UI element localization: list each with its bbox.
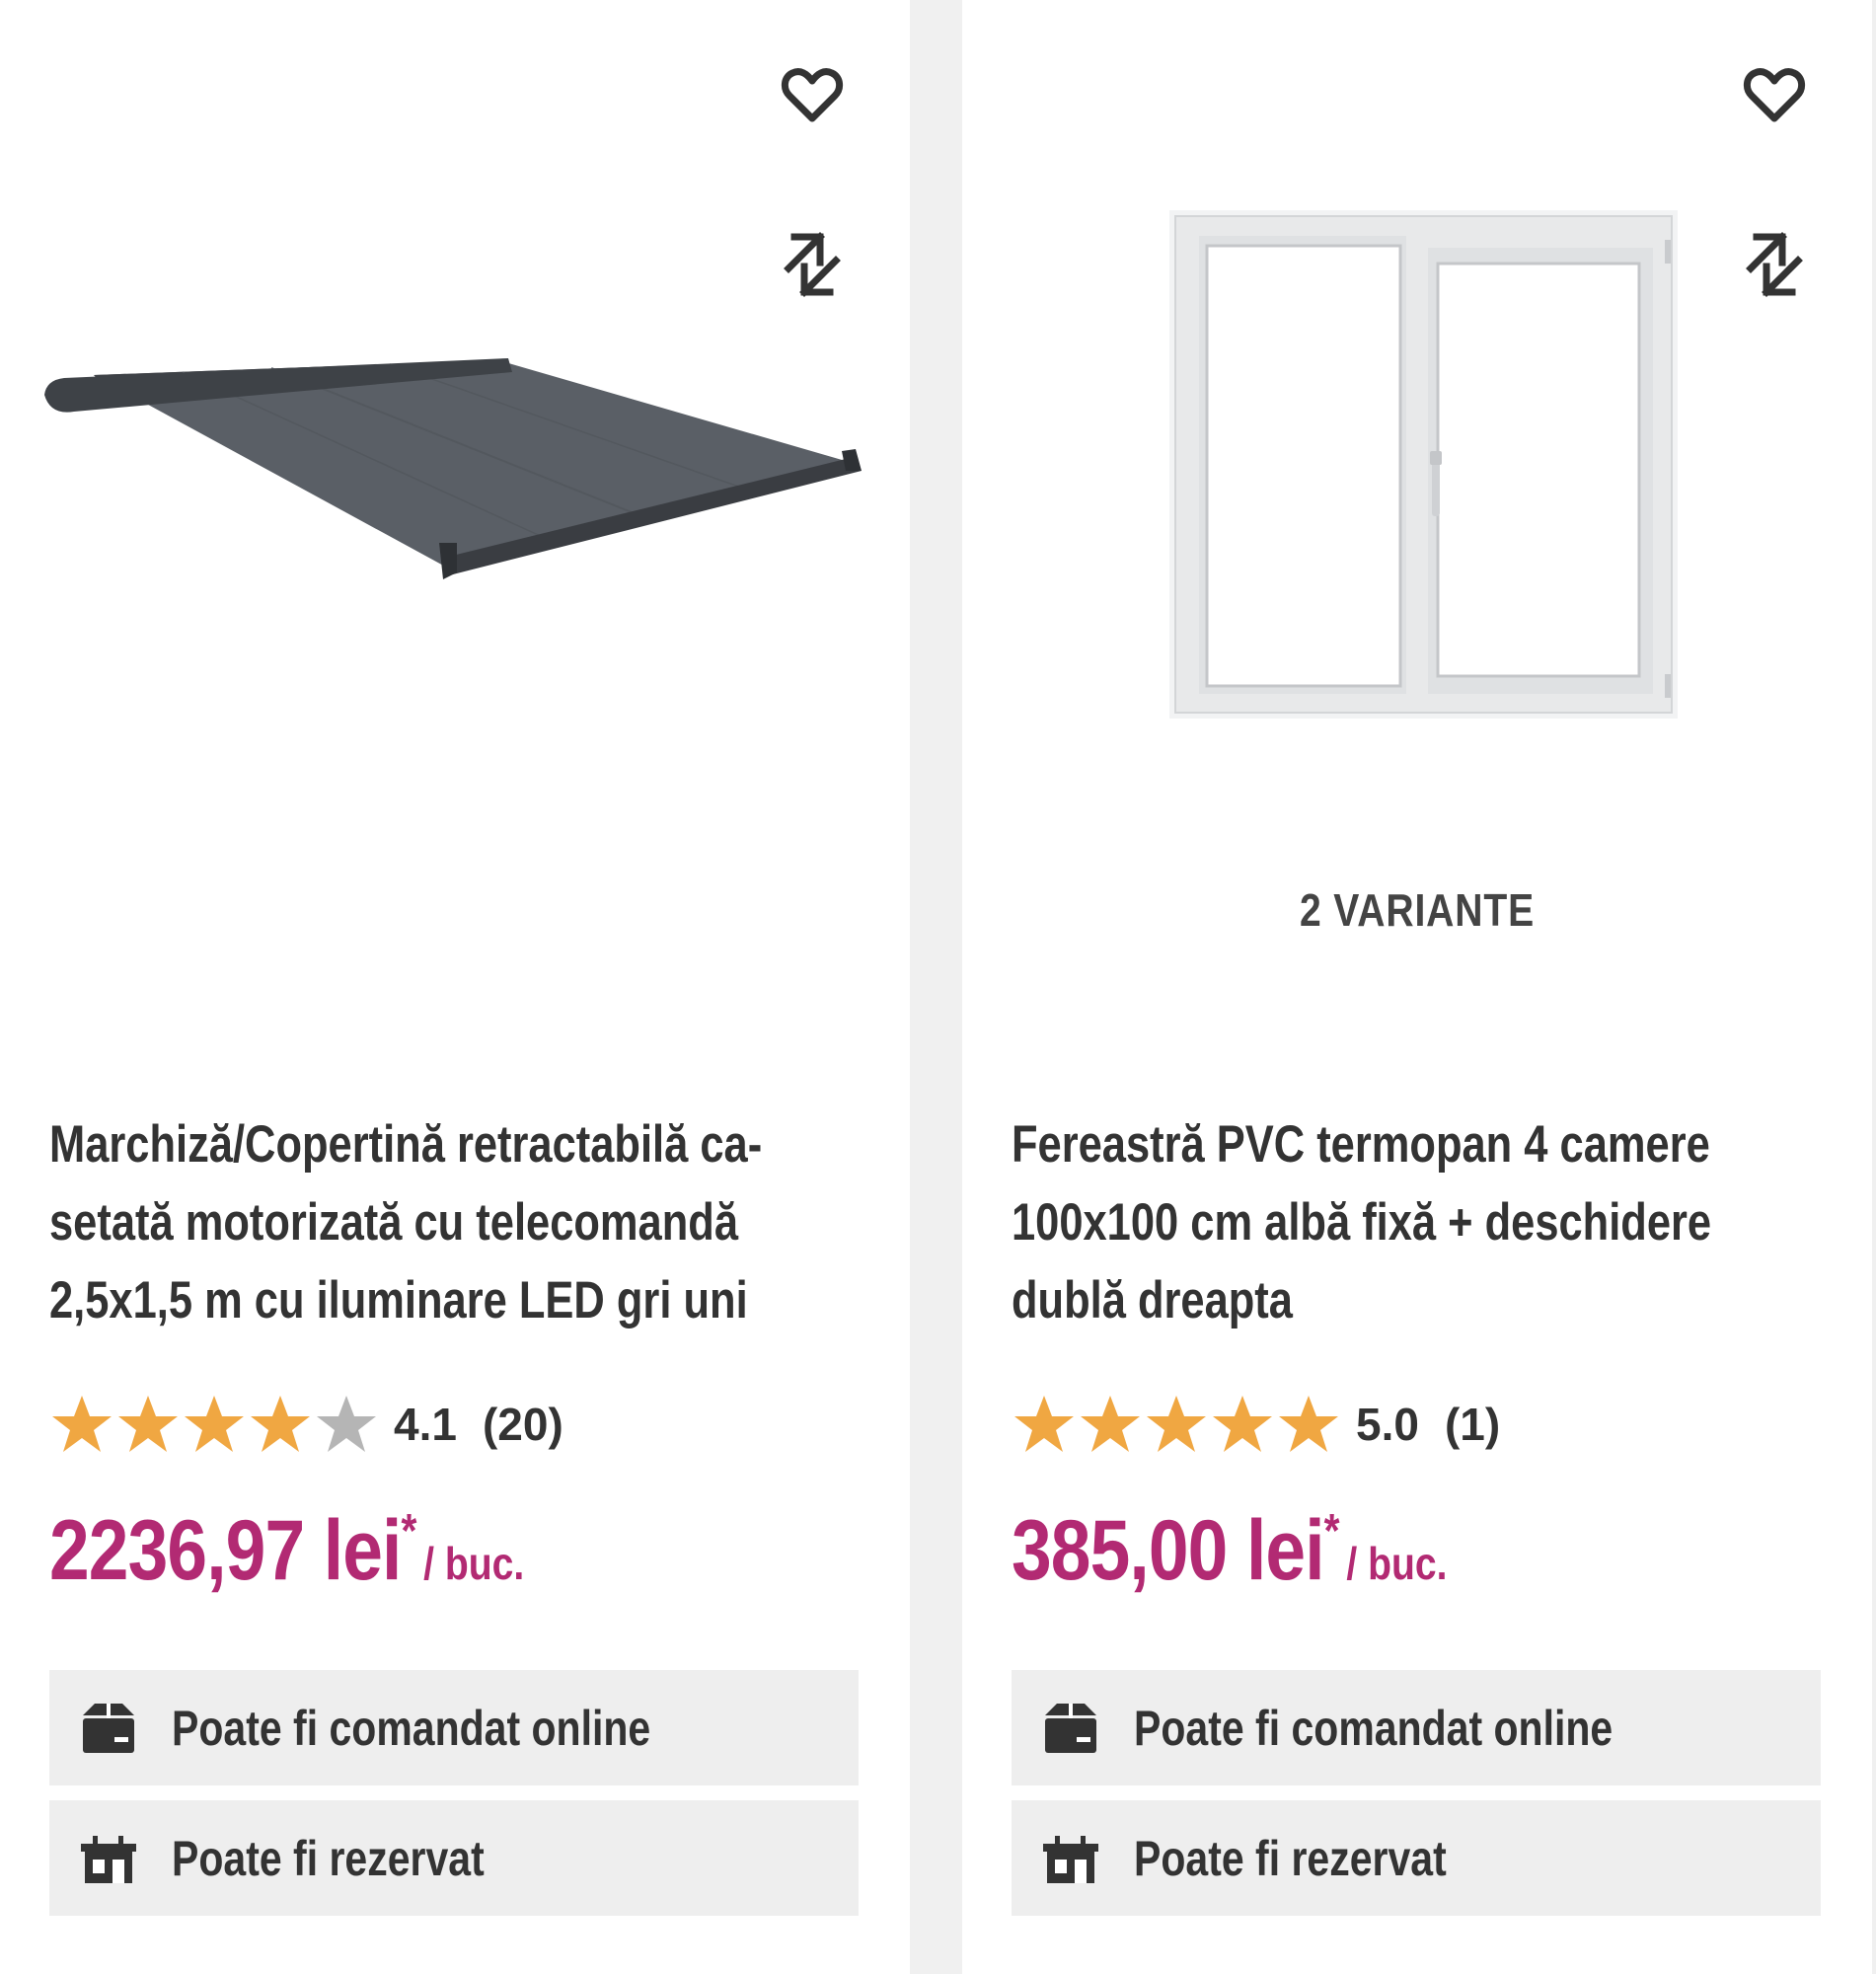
star-icon xyxy=(1081,1396,1140,1452)
product-title[interactable]: Fereastră PVC termopan 4 camere 100x100 … xyxy=(1012,1105,1845,1339)
price-asterisk: * xyxy=(401,1505,417,1557)
package-icon xyxy=(1045,1703,1096,1753)
title-line: Fereastră PVC termopan 4 camere xyxy=(1012,1115,1710,1174)
title-line: dublă dreapta xyxy=(1012,1271,1293,1329)
price-unit: / buc. xyxy=(1346,1538,1448,1589)
product-card-awning[interactable]: Marchiză/Copertină retractabilă ca- seta… xyxy=(0,0,910,1974)
title-line: setată motorizată cu telecomandă xyxy=(49,1193,738,1252)
star-rating xyxy=(49,1393,380,1456)
compare-button[interactable] xyxy=(773,225,852,304)
star-icon xyxy=(1014,1396,1074,1452)
product-image-window[interactable] xyxy=(1169,210,1678,719)
availability-online-label: Poate fi comandat online xyxy=(1134,1700,1613,1756)
star-icon xyxy=(185,1396,244,1452)
price: 385,00 lei * / buc. xyxy=(1012,1502,1447,1600)
price-value: 385,00 lei xyxy=(1012,1503,1325,1598)
store-icon xyxy=(1043,1835,1098,1883)
star-rating xyxy=(1012,1393,1342,1456)
availability-reserve-label: Poate fi rezervat xyxy=(172,1830,485,1886)
star-icon xyxy=(1279,1396,1338,1452)
star-icon xyxy=(251,1396,310,1452)
product-card-window[interactable]: 2 VARIANTE Fereastră PVC termopan 4 came… xyxy=(962,0,1872,1974)
availability-online: Poate fi comandat online xyxy=(1012,1670,1821,1785)
title-line: Marchiză/Copertină retractabilă ca- xyxy=(49,1115,763,1174)
heart-icon xyxy=(1744,68,1805,122)
title-line: 100x100 cm albă fixă + deschidere xyxy=(1012,1193,1712,1252)
favorite-button[interactable] xyxy=(773,55,852,134)
price-unit: / buc. xyxy=(423,1538,525,1589)
review-count[interactable]: (20) xyxy=(483,1398,563,1451)
availability-online: Poate fi comandat online xyxy=(49,1670,859,1785)
compare-arrows-icon xyxy=(1746,232,1803,297)
price: 2236,97 lei * / buc. xyxy=(49,1502,524,1600)
star-empty-icon xyxy=(317,1396,376,1452)
store-icon xyxy=(81,1835,136,1883)
star-icon xyxy=(1147,1396,1206,1452)
favorite-button[interactable] xyxy=(1735,55,1814,134)
star-icon xyxy=(1213,1396,1272,1452)
title-line: 2,5x1,5 m cu iluminare LED gri uni xyxy=(49,1271,748,1329)
package-icon xyxy=(83,1703,134,1753)
rating[interactable]: 5.0 (1) xyxy=(1012,1392,1500,1457)
price-asterisk: * xyxy=(1323,1505,1340,1557)
star-icon xyxy=(118,1396,178,1452)
product-image-awning[interactable] xyxy=(44,350,863,587)
rating-value: 5.0 xyxy=(1356,1399,1419,1450)
review-count[interactable]: (1) xyxy=(1445,1398,1500,1451)
compare-button[interactable] xyxy=(1735,225,1814,304)
star-icon xyxy=(52,1396,112,1452)
availability-online-label: Poate fi comandat online xyxy=(172,1700,651,1756)
variants-link[interactable]: 2 VARIANTE xyxy=(1030,883,1804,937)
availability-reserve: Poate fi rezervat xyxy=(1012,1800,1821,1916)
heart-icon xyxy=(782,68,843,122)
rating-value: 4.1 xyxy=(394,1399,457,1450)
price-value: 2236,97 lei xyxy=(49,1503,402,1598)
compare-arrows-icon xyxy=(784,232,841,297)
rating[interactable]: 4.1 (20) xyxy=(49,1392,563,1457)
availability-reserve: Poate fi rezervat xyxy=(49,1800,859,1916)
availability-reserve-label: Poate fi rezervat xyxy=(1134,1830,1447,1886)
product-title[interactable]: Marchiză/Copertină retractabilă ca- seta… xyxy=(49,1105,883,1339)
